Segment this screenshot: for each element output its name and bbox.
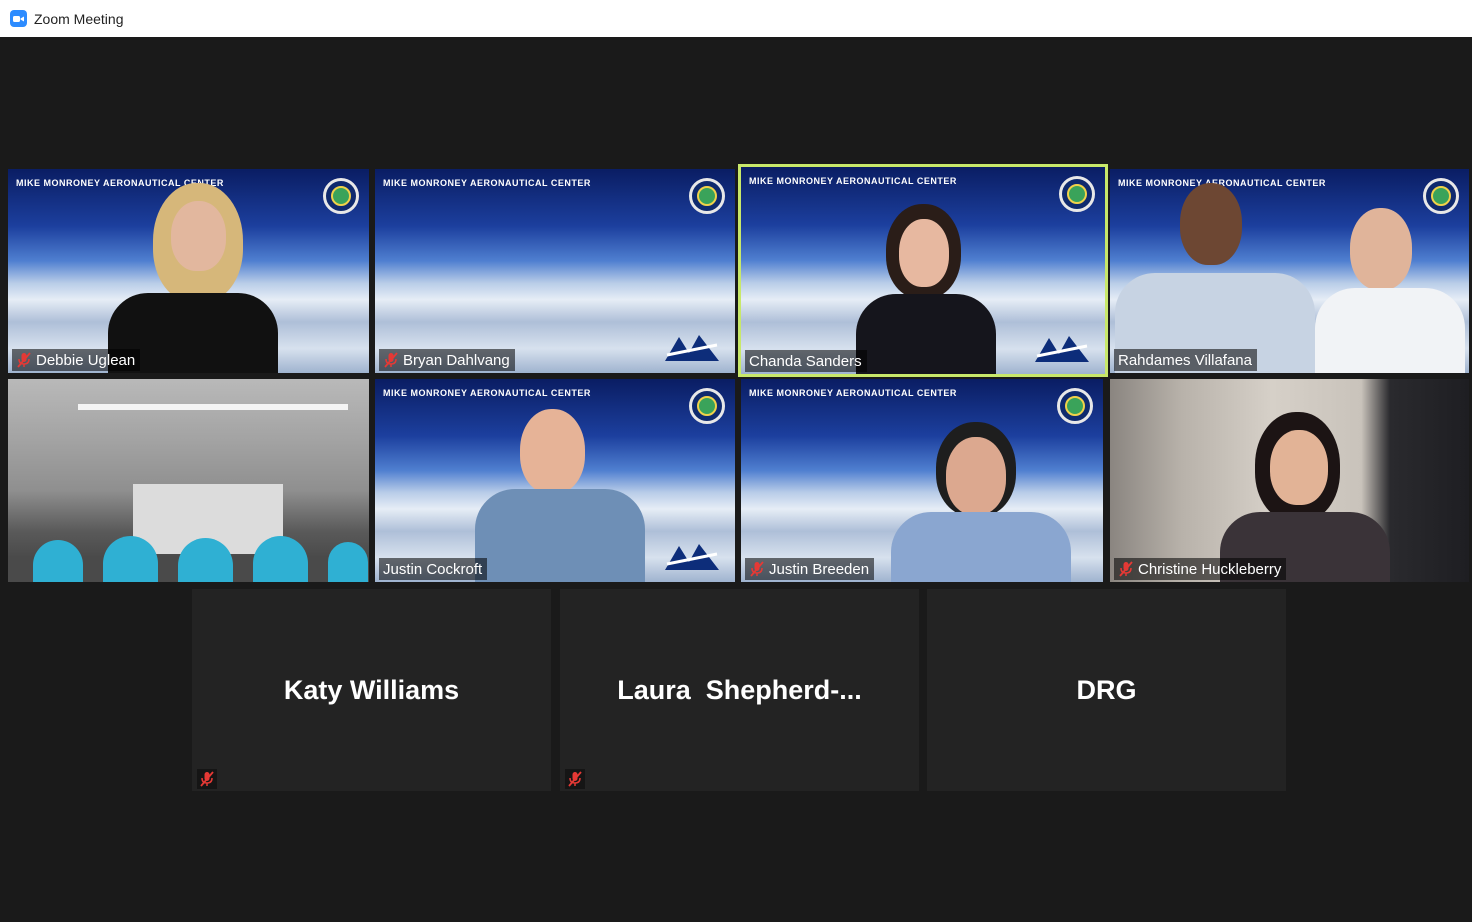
participant-tile-justin-breeden[interactable]: MIKE MONRONEY AERONAUTICAL CENTER Justin… [741,379,1103,582]
muted-mic-icon [750,561,764,577]
mmac-logo-icon [665,544,719,570]
participant-video [33,512,368,582]
participant-video [1115,178,1315,373]
window-title: Zoom Meeting [34,10,124,27]
muted-mic-icon [17,352,31,368]
participant-name-label: Chanda Sanders [745,350,867,372]
mmac-logo-icon [665,335,719,361]
participant-tile-chanda-sanders[interactable]: MIKE MONRONEY AERONAUTICAL CENTER Chanda… [738,164,1108,377]
participant-video [1315,203,1465,373]
participant-display-name: Laura Shepherd-... [617,674,862,705]
muted-mic-icon [197,769,217,789]
participant-tile-rahdames-villafana[interactable]: MIKE MONRONEY AERONAUTICAL CENTER Rahdam… [1110,169,1469,373]
zoom-camera-icon [10,10,27,27]
faa-seal-icon [323,178,359,214]
banner-text: MIKE MONRONEY AERONAUTICAL CENTER [383,178,591,188]
participant-video [851,199,1001,374]
participant-name-label: Bryan Dahlvang [379,349,515,371]
mmac-logo-icon [1035,336,1089,362]
faa-seal-icon [1059,176,1095,212]
banner-text: MIKE MONRONEY AERONAUTICAL CENTER [749,388,957,398]
participant-display-name: DRG [1076,674,1137,705]
participant-name-label: Rahdames Villafana [1114,349,1257,371]
faa-seal-icon [1057,388,1093,424]
faa-seal-icon [689,388,725,424]
participant-video [1220,412,1390,582]
banner-text: MIKE MONRONEY AERONAUTICAL CENTER [749,176,957,186]
participant-tile-christine-huckleberry[interactable]: Christine Huckleberry [1110,379,1469,582]
faa-seal-icon [689,178,725,214]
gallery-view: MIKE MONRONEY AERONAUTICAL CENTER Debbie… [0,37,1472,922]
participant-name-label: Debbie Uglean [12,349,141,371]
participant-video [891,422,1071,582]
participant-display-name: Katy Williams [283,674,460,705]
muted-mic-icon [1119,561,1133,577]
participant-tile-bryan-dahlvang[interactable]: MIKE MONRONEY AERONAUTICAL CENTER Bryan … [375,169,735,373]
banner-text: MIKE MONRONEY AERONAUTICAL CENTER [383,388,591,398]
participant-video [103,173,283,373]
participant-tile-laura-shepherd[interactable]: Laura Shepherd-... [560,589,919,791]
participant-name-label: Justin Breeden [745,558,875,580]
ceiling-light [78,404,348,410]
participant-tile-justin-cockroft[interactable]: MIKE MONRONEY AERONAUTICAL CENTER Justin… [375,379,735,582]
participant-tile-debbie-uglean[interactable]: MIKE MONRONEY AERONAUTICAL CENTER Debbie… [8,169,369,373]
participant-tile-katy-williams[interactable]: Katy Williams [192,589,551,791]
participant-name-label: Christine Huckleberry [1114,558,1287,580]
participant-video [475,404,645,582]
muted-mic-icon [384,352,398,368]
participant-name-label: Justin Cockroft [379,558,488,580]
participant-tile-conference-room[interactable] [8,379,369,582]
muted-mic-icon [565,769,585,789]
participant-tile-drg[interactable]: DRG [927,589,1286,791]
window-titlebar: Zoom Meeting [0,0,1472,37]
